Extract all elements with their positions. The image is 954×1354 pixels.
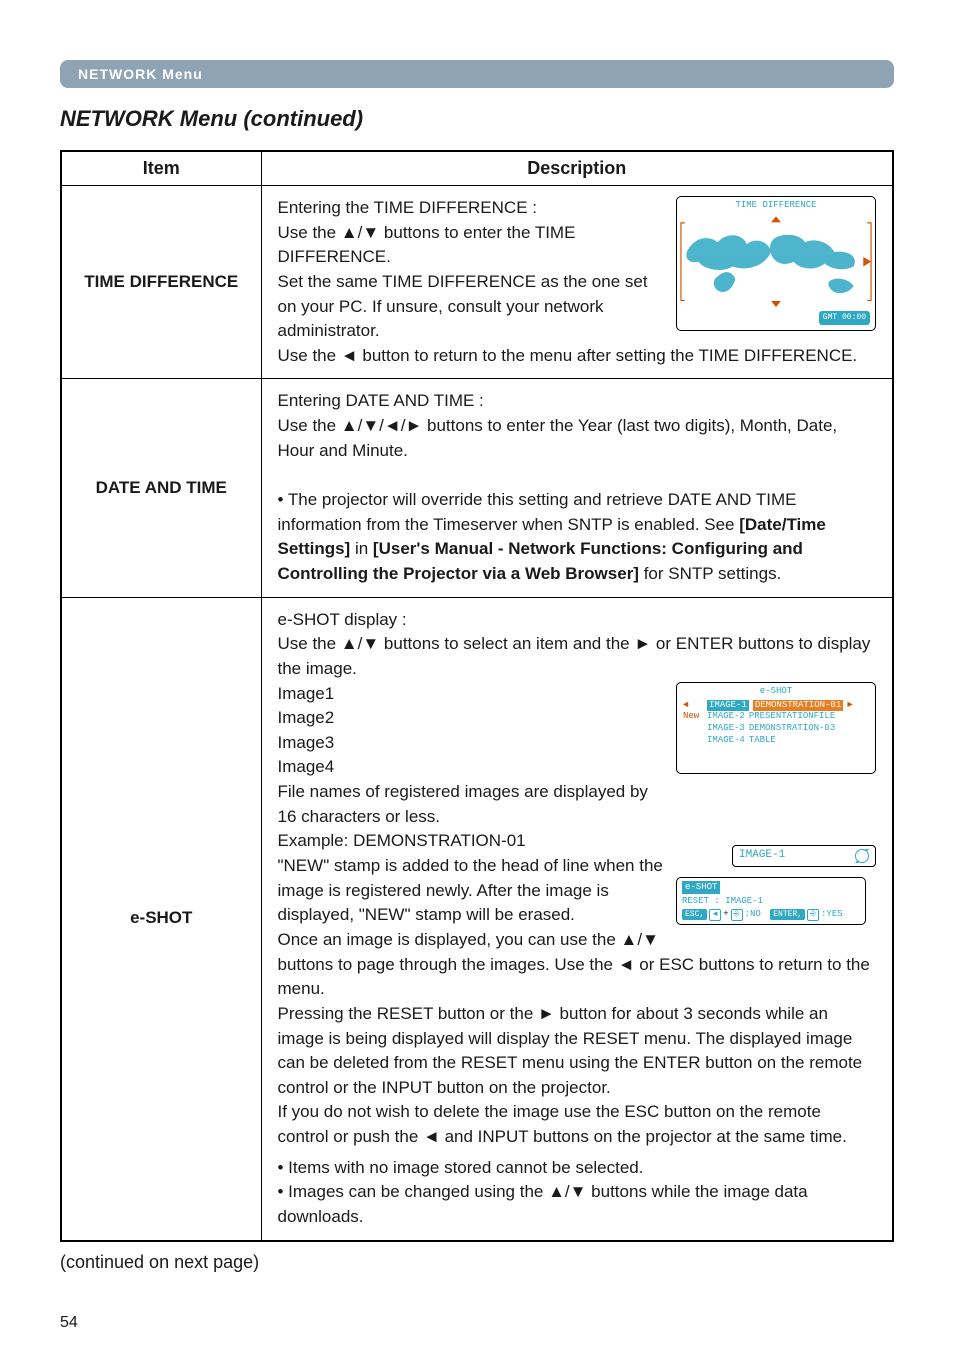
item-time-difference: TIME DIFFERENCE [61,186,261,379]
reset-panel: e-SHOT RESET : IMAGE-1 ESC, ◄+⎆ :NO ENTE… [676,877,866,925]
continued-note: (continued on next page) [60,1252,894,1273]
column-header-item: Item [61,151,261,186]
reset-line: RESET : IMAGE-1 [682,895,860,908]
page-number: 54 [60,1314,78,1332]
table-row: DATE AND TIME Entering DATE AND TIME :Us… [61,379,893,597]
eshot-bullet: • Images can be changed using the ▲/▼ bu… [278,1182,808,1226]
eshot-menu-list: ◄IMAGE-1 DEMONSTRATION-01► NewIMAGE-2 PR… [679,698,873,749]
eshot-image-line: Image1 [278,684,335,703]
network-menu-banner: NETWORK Menu [60,60,894,88]
item-date-and-time: DATE AND TIME [61,379,261,597]
figure-title: TIME DIFFERENCE [679,199,873,212]
eshot-image-line: Image4 [278,757,335,776]
sync-icon [855,849,869,863]
eshot-list-figure: e-SHOT ◄IMAGE-1 DEMONSTRATION-01► NewIMA… [676,682,876,774]
time-difference-figure: TIME DIFFERENCE [676,196,876,331]
no-label: :NO [745,908,761,921]
item-e-shot: e-SHOT [61,597,261,1241]
eshot-intro: e-SHOT display : Use the ▲/▼ buttons to … [278,610,871,678]
esc-tag: ESC, [682,909,707,921]
eshot-bullet: • Items with no image stored cannot be s… [278,1158,644,1177]
image1-label: IMAGE-1 [739,848,785,864]
settings-table: Item Description TIME DIFFERENCE TIME DI… [60,150,894,1242]
yes-label: :YES [821,908,843,921]
gmt-badge: GMT 00:00 [819,311,870,325]
eshot-image-line: Image2 [278,708,335,727]
reset-panel-title: e-SHOT [682,881,720,894]
world-map-icon [679,212,873,311]
eshot-image-line: Image3 [278,733,335,752]
section-title: NETWORK Menu (continued) [60,106,894,132]
image1-preview: IMAGE-1 e-SHOT RESET : IMAGE-1 ESC, ◄+⎆ … [676,845,876,925]
desc-e-shot: e-SHOT display : Use the ▲/▼ buttons to … [261,597,893,1241]
table-row: TIME DIFFERENCE TIME DIFFERENCE [61,186,893,379]
eshot-panel-title: e-SHOT [760,686,792,696]
table-row: e-SHOT e-SHOT display : Use the ▲/▼ butt… [61,597,893,1241]
column-header-description: Description [261,151,893,186]
eshot-body: File names of registered images are disp… [278,782,870,1146]
desc-time-difference: TIME DIFFERENCE [261,186,893,379]
enter-tag: ENTER, [770,909,805,921]
desc-date-and-time: Entering DATE AND TIME :Use the ▲/▼/◄/► … [261,379,893,597]
